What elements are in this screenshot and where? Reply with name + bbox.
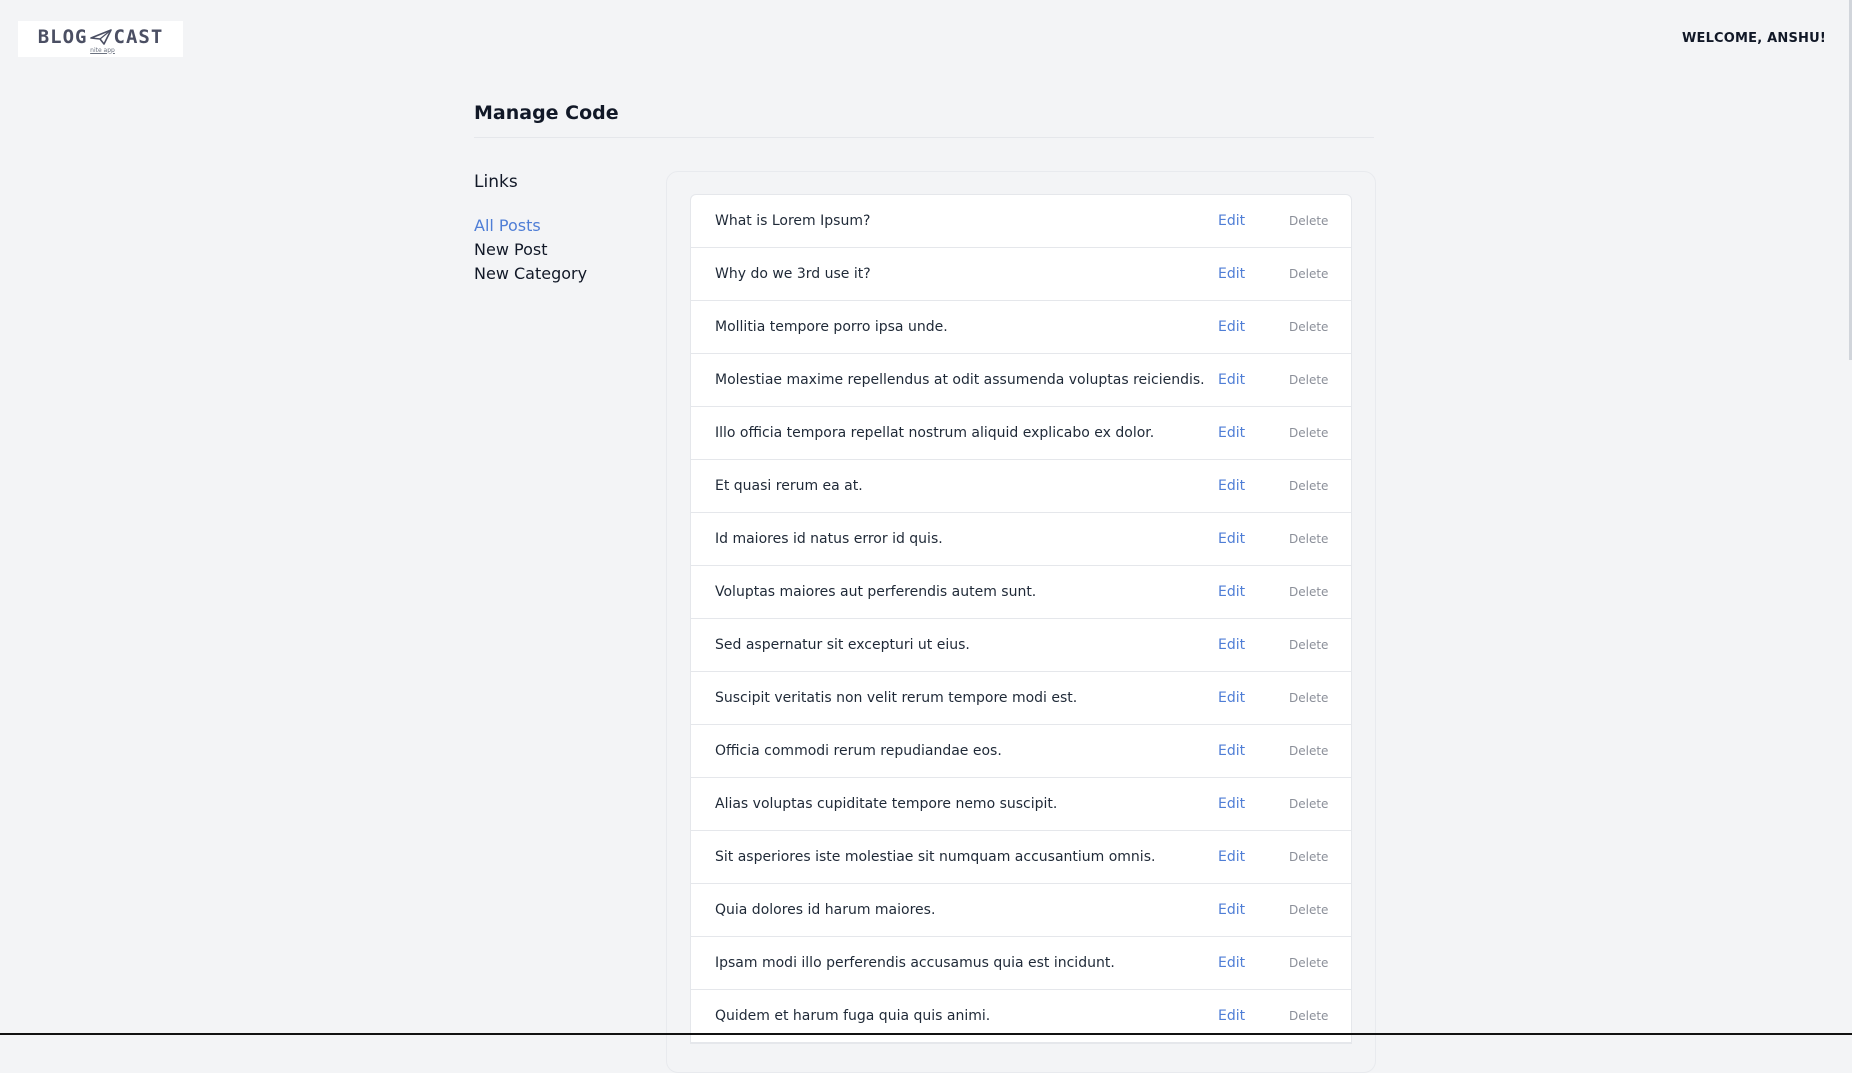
list-item: Suscipit veritatis non velit rerum tempo… [691,672,1351,725]
list-item: Illo officia tempora repellat nostrum al… [691,407,1351,460]
post-title: Suscipit veritatis non velit rerum tempo… [715,690,1078,706]
delete-button[interactable]: Delete [1289,214,1328,228]
delete-button[interactable]: Delete [1289,267,1328,281]
edit-button[interactable]: Edit [1218,849,1245,865]
edit-button[interactable]: Edit [1218,531,1245,547]
delete-button[interactable]: Delete [1289,638,1328,652]
list-item: Sed aspernatur sit excepturi ut eius. Ed… [691,619,1351,672]
delete-button[interactable]: Delete [1289,797,1328,811]
list-item: Voluptas maiores aut perferendis autem s… [691,566,1351,619]
logo-wordmark: BLOG CAST [38,27,164,47]
edit-button[interactable]: Edit [1218,584,1245,600]
post-title: What is Lorem Ipsum? [715,213,871,229]
edit-button[interactable]: Edit [1218,902,1245,918]
logo-text-right: CAST [113,25,164,48]
sidebar-item-new-category[interactable]: New Category [474,262,654,286]
edit-button[interactable]: Edit [1218,1008,1245,1024]
paper-plane-icon [89,28,112,45]
list-item: Alias voluptas cupiditate tempore nemo s… [691,778,1351,831]
list-item: Sit asperiores iste molestiae sit numqua… [691,831,1351,884]
edit-button[interactable]: Edit [1218,425,1245,441]
delete-button[interactable]: Delete [1289,320,1328,334]
edit-button[interactable]: Edit [1218,796,1245,812]
list-item: What is Lorem Ipsum? Edit Delete [691,195,1351,248]
delete-button[interactable]: Delete [1289,850,1328,864]
list-item: Molestiae maxime repellendus at odit ass… [691,354,1351,407]
logo-text-left: BLOG [37,25,88,48]
edit-button[interactable]: Edit [1218,637,1245,653]
post-title: Why do we 3rd use it? [715,266,871,282]
top-bar: BLOG CAST nite app WELCOME, ANSHU! [0,0,1852,80]
sidebar-item-all-posts[interactable]: All Posts [474,214,654,238]
post-title: Mollitia tempore porro ipsa unde. [715,319,948,335]
delete-button[interactable]: Delete [1289,585,1328,599]
sidebar-item-new-post[interactable]: New Post [474,238,654,262]
delete-button[interactable]: Delete [1289,479,1328,493]
list-item: Mollitia tempore porro ipsa unde. Edit D… [691,301,1351,354]
title-divider [474,137,1374,138]
post-title: Sed aspernatur sit excepturi ut eius. [715,637,970,653]
delete-button[interactable]: Delete [1289,744,1328,758]
edit-button[interactable]: Edit [1218,743,1245,759]
post-title: Quidem et harum fuga quia quis animi. [715,1008,991,1024]
edit-button[interactable]: Edit [1218,266,1245,282]
post-title: Sit asperiores iste molestiae sit numqua… [715,849,1156,865]
list-item: Officia commodi rerum repudiandae eos. E… [691,725,1351,778]
delete-button[interactable]: Delete [1289,1009,1328,1023]
welcome-message: WELCOME, ANSHU! [1681,31,1826,46]
post-title: Id maiores id natus error id quis. [715,531,943,547]
sidebar-heading: Links [474,172,518,192]
delete-button[interactable]: Delete [1289,426,1328,440]
delete-button[interactable]: Delete [1289,691,1328,705]
list-item: Ipsam modi illo perferendis accusamus qu… [691,937,1351,990]
page-title: Manage Code [474,102,619,124]
post-title: Molestiae maxime repellendus at odit ass… [715,372,1205,388]
post-title: Et quasi rerum ea at. [715,478,863,494]
post-title: Ipsam modi illo perferendis accusamus qu… [715,955,1115,971]
sidebar: Links All Posts New Post New Category [474,170,654,286]
delete-button[interactable]: Delete [1289,903,1328,917]
delete-button[interactable]: Delete [1289,373,1328,387]
delete-button[interactable]: Delete [1289,956,1328,970]
post-title: Officia commodi rerum repudiandae eos. [715,743,1002,759]
logo-subtitle: nite app [90,46,115,54]
post-title: Voluptas maiores aut perferendis autem s… [715,584,1037,600]
edit-button[interactable]: Edit [1218,955,1245,971]
posts-list: What is Lorem Ipsum? Edit Delete Why do … [690,194,1352,1044]
blogcast-logo[interactable]: BLOG CAST nite app [18,21,183,57]
post-title: Quia dolores id harum maiores. [715,902,936,918]
list-item: Quia dolores id harum maiores. Edit Dele… [691,884,1351,937]
list-item: Why do we 3rd use it? Edit Delete [691,248,1351,301]
delete-button[interactable]: Delete [1289,532,1328,546]
edit-button[interactable]: Edit [1218,213,1245,229]
list-item: Quidem et harum fuga quia quis animi. Ed… [691,990,1351,1043]
edit-button[interactable]: Edit [1218,478,1245,494]
edit-button[interactable]: Edit [1218,319,1245,335]
list-item: Id maiores id natus error id quis. Edit … [691,513,1351,566]
edit-button[interactable]: Edit [1218,690,1245,706]
post-title: Illo officia tempora repellat nostrum al… [715,425,1155,441]
edit-button[interactable]: Edit [1218,372,1245,388]
list-item: Et quasi rerum ea at. Edit Delete [691,460,1351,513]
post-title: Alias voluptas cupiditate tempore nemo s… [715,796,1058,812]
